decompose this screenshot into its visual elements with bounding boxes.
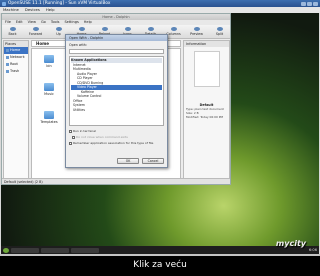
kickoff-menu-icon[interactable] — [3, 247, 9, 253]
information-header: Information — [184, 41, 229, 47]
columns-view-button[interactable]: Columns — [166, 27, 181, 36]
checkbox-icon[interactable] — [69, 141, 72, 145]
places-panel: Places Home Network Root Trash — [3, 40, 29, 180]
up-button[interactable]: Up — [51, 27, 66, 36]
folder-item[interactable]: Music — [39, 83, 59, 96]
folder-icon — [44, 111, 54, 119]
window-controls — [301, 1, 318, 6]
home-folder-icon — [6, 49, 9, 52]
menu-settings[interactable]: Settings — [64, 20, 78, 25]
checkbox-icon — [72, 135, 75, 139]
reload-icon — [101, 27, 108, 31]
remember-association-option[interactable]: Remember application association for thi… — [66, 140, 167, 146]
virtualbox-app-icon — [2, 1, 6, 6]
taskbar-item[interactable] — [41, 247, 69, 253]
place-home[interactable]: Home — [4, 47, 28, 54]
checkbox-icon[interactable] — [69, 129, 72, 133]
menu-help-dolphin[interactable]: Help — [84, 20, 92, 25]
window-title: OpenSUSE 11.1 [Running] - Sun xVM Virtua… — [8, 1, 111, 6]
menu-go[interactable]: Go — [41, 20, 46, 25]
virtualbox-window: OpenSUSE 11.1 [Running] - Sun xVM Virtua… — [0, 0, 320, 256]
home-icon — [78, 27, 85, 31]
columns-view-icon — [170, 27, 177, 31]
preview-icon — [193, 27, 200, 31]
details-view-icon — [147, 27, 154, 31]
dialog-buttons: OK Cancel — [117, 158, 164, 164]
network-icon — [6, 56, 9, 59]
info-modified: Modified: Today 06:00 PM — [186, 115, 223, 119]
open-with-label: Open with: — [69, 43, 87, 47]
open-with-dialog: Open With - Dolphin Open with: Known App… — [65, 34, 168, 168]
split-icon — [216, 27, 223, 31]
icons-view-icon — [124, 27, 131, 31]
folder-item[interactable]: bin — [39, 55, 59, 68]
menu-edit[interactable]: Edit — [16, 20, 23, 25]
clock: 6:06 — [308, 248, 317, 252]
application-tree: Known Applications Internet Multimedia Aud… — [69, 56, 164, 126]
forward-button[interactable]: Forward — [28, 27, 43, 36]
enlarge-caption[interactable]: Klik za veću — [0, 259, 320, 271]
maximize-icon[interactable] — [307, 1, 312, 6]
split-button[interactable]: Split — [212, 27, 227, 36]
back-icon — [9, 27, 16, 31]
minimize-icon[interactable] — [301, 1, 306, 6]
watermark-text: mycity — [275, 239, 306, 248]
ok-button[interactable]: OK — [117, 158, 139, 164]
trash-icon — [6, 70, 9, 73]
kde-taskbar: 6:06 — [1, 246, 319, 254]
close-icon[interactable] — [313, 1, 318, 6]
menu-file[interactable]: File — [5, 20, 11, 25]
tree-items: Internet Multimedia Audio Player CD Player C… — [71, 63, 162, 113]
virtualbox-titlebar: OpenSUSE 11.1 [Running] - Sun xVM Virtua… — [0, 0, 320, 7]
place-trash[interactable]: Trash — [4, 68, 28, 75]
back-button[interactable]: Back — [5, 27, 20, 36]
taskbar-item[interactable] — [71, 247, 99, 253]
file-preview — [193, 51, 220, 87]
cancel-button[interactable]: Cancel — [142, 158, 164, 164]
status-bar: Default (selected) (2 B) — [2, 178, 230, 184]
folder-icon — [44, 83, 54, 91]
place-network[interactable]: Network — [4, 54, 28, 61]
root-folder-icon — [6, 63, 9, 66]
application-input[interactable] — [69, 49, 164, 54]
folder-item[interactable]: Templates — [39, 111, 59, 124]
taskbar-item[interactable] — [11, 247, 39, 253]
up-icon — [55, 27, 62, 31]
preview-button[interactable]: Preview — [189, 27, 204, 36]
place-root[interactable]: Root — [4, 61, 28, 68]
information-panel: Information Default Type: plain text doc… — [183, 40, 230, 180]
folder-icon — [44, 55, 54, 63]
guest-desktop: Home - Dolphin File Edit View Go Tools S… — [1, 13, 319, 254]
menu-view[interactable]: View — [28, 20, 36, 25]
menu-tools[interactable]: Tools — [51, 20, 60, 25]
tree-item[interactable]: Utilities — [71, 108, 162, 113]
forward-icon — [32, 27, 39, 31]
